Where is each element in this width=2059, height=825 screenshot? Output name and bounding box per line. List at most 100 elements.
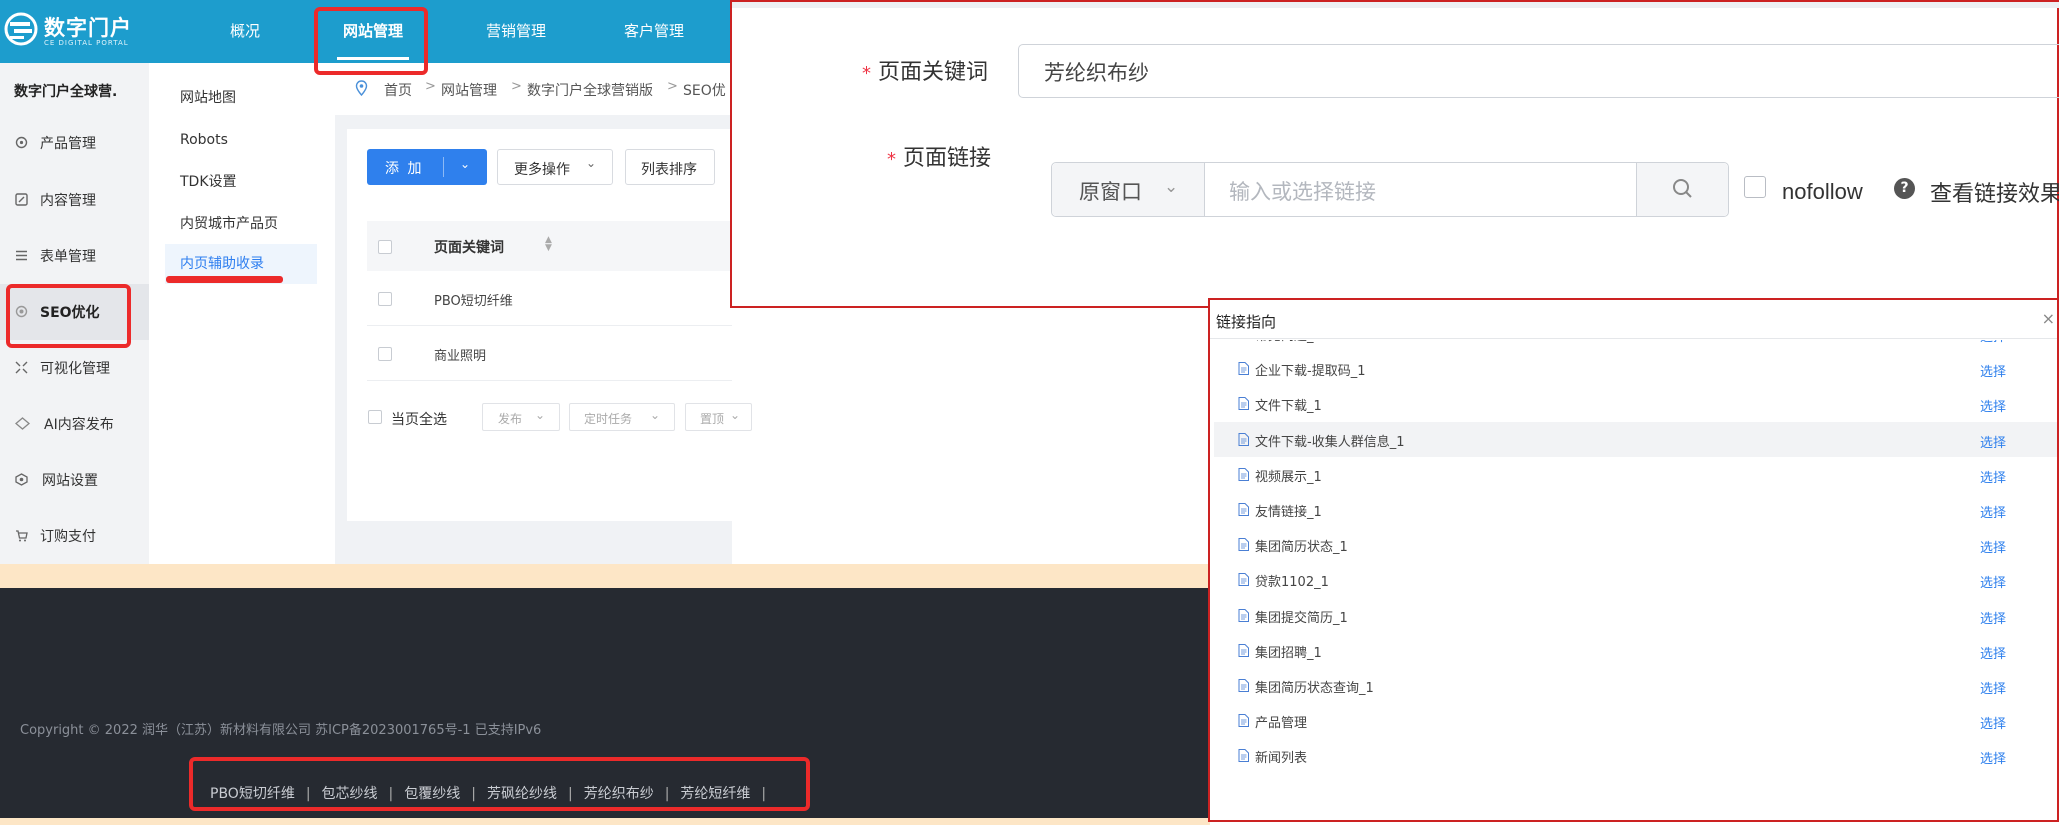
link-target-dialog: 链接指向 × 常见问题_1选择企业下载-提取码_1选择文件下载_1选择文件下载-…: [1208, 298, 2059, 822]
file-icon: [1238, 643, 1249, 657]
scheduled-task-label: 定时任务: [584, 412, 633, 426]
add-button[interactable]: 添 加 ⌄: [367, 149, 487, 185]
add-button-divider: [443, 157, 444, 177]
file-icon: [1238, 397, 1249, 411]
publish-button[interactable]: 发布 ⌄: [482, 403, 560, 431]
logo[interactable]: 数字门户 CE DIGITAL PORTAL: [2, 10, 177, 54]
file-icon: [1238, 467, 1249, 481]
select-link-button[interactable]: 选择: [1980, 396, 2006, 415]
ai-icon: [15, 417, 30, 430]
search-icon: [1673, 179, 1692, 198]
more-actions-button[interactable]: 更多操作 ⌄: [497, 149, 613, 185]
file-icon: [1238, 608, 1249, 622]
link-list-item[interactable]: 视频展示_1 选择: [1214, 457, 2057, 492]
nofollow-checkbox[interactable]: [1744, 176, 1766, 198]
select-link-button[interactable]: 选择: [1980, 361, 2006, 380]
select-link-button[interactable]: 选择: [1980, 340, 2006, 345]
table-header: 页面关键词 ▲ ▼: [367, 221, 732, 271]
link-list-item[interactable]: 集团提交简历_1 选择: [1214, 598, 2057, 633]
dialog-page-list[interactable]: 常见问题_1选择企业下载-提取码_1选择文件下载_1选择文件下载-收集人群信息_…: [1210, 340, 2057, 820]
nav-marketing[interactable]: 营销管理: [466, 0, 566, 63]
select-link-button[interactable]: 选择: [1980, 467, 2006, 486]
select-link-button[interactable]: 选择: [1980, 643, 2006, 662]
link-item-name: 集团提交简历_1: [1255, 610, 1348, 626]
link-list-item[interactable]: 文件下载-收集人群信息_1 选择: [1214, 421, 2057, 457]
select-link-button[interactable]: 选择: [1980, 713, 2006, 732]
annotation-underline: [166, 276, 283, 283]
select-link-button[interactable]: 选择: [1980, 748, 2006, 767]
link-search-button[interactable]: [1636, 163, 1728, 216]
breadcrumb-site-management[interactable]: 网站管理: [441, 80, 497, 100]
breadcrumb-separator-icon: >: [667, 79, 678, 94]
page-select-all-checkbox[interactable]: [368, 410, 382, 424]
chevron-down-icon: ⌄: [730, 408, 741, 422]
main-content: 首页 > 网站管理 > 数字门户全球营销版 > SEO优 添 加 ⌄ 更多操作 …: [335, 63, 752, 564]
subnav-robots[interactable]: Robots: [165, 120, 317, 160]
link-list-item[interactable]: 新闻列表 选择: [1214, 738, 2057, 773]
sidebar-item-products[interactable]: 产品管理: [0, 115, 149, 171]
sidebar-item-ai-publish[interactable]: AI内容发布: [0, 396, 149, 452]
annotation-box-nav: [314, 7, 428, 75]
select-link-button[interactable]: 选择: [1980, 502, 2006, 521]
link-item-name: 贷款1102_1: [1255, 575, 1329, 591]
link-list-item[interactable]: 常见问题_1 选择: [1214, 340, 2057, 351]
sidebar-item-content[interactable]: 内容管理: [0, 172, 149, 228]
link-list-item[interactable]: 集团简历状态查询_1 选择: [1214, 668, 2057, 703]
sidebar-item-visual[interactable]: 可视化管理: [0, 340, 149, 396]
link-list-item[interactable]: 友情链接_1 选择: [1214, 492, 2057, 527]
keyword-label-text: 页面关键词: [878, 60, 989, 85]
breadcrumb-home[interactable]: 首页: [384, 80, 412, 100]
sort-icon[interactable]: ▲ ▼: [545, 236, 552, 253]
content-icon: [15, 193, 28, 206]
select-all-checkbox[interactable]: [378, 240, 392, 254]
subnav-tdk[interactable]: TDK设置: [165, 162, 317, 202]
subnav-city-product-page[interactable]: 内贸城市产品页: [165, 204, 317, 244]
sidebar-item-site-settings[interactable]: 网站设置: [0, 452, 149, 508]
table-row[interactable]: 商业照明: [367, 326, 732, 381]
select-link-button[interactable]: 选择: [1980, 678, 2006, 697]
nav-overview[interactable]: 概况: [205, 0, 285, 63]
link-list-item[interactable]: 集团招聘_1 选择: [1214, 633, 2057, 668]
scheduled-task-button[interactable]: 定时任务 ⌄: [569, 403, 675, 431]
close-icon[interactable]: ×: [2042, 309, 2055, 328]
publish-label: 发布: [498, 412, 523, 426]
help-icon[interactable]: ?: [1894, 178, 1915, 199]
link-label-text: 页面链接: [903, 146, 992, 171]
sidebar-item-forms[interactable]: 表单管理: [0, 228, 149, 284]
select-link-button[interactable]: 选择: [1980, 572, 2006, 591]
list-sort-label: 列表排序: [641, 162, 697, 178]
pin-top-button[interactable]: 置顶 ⌄: [685, 403, 752, 431]
row-checkbox[interactable]: [378, 292, 392, 306]
breadcrumb-site-version[interactable]: 数字门户全球营销版: [527, 80, 653, 100]
sidebar-item-orders[interactable]: 订购支付: [0, 508, 149, 564]
select-link-button[interactable]: 选择: [1980, 608, 2006, 627]
sidebar-item-label: 产品管理: [40, 136, 96, 152]
link-label: * 页面链接: [887, 140, 991, 172]
table-row[interactable]: PBO短切纤维: [367, 271, 732, 326]
chevron-down-icon: ⌄: [1164, 177, 1179, 197]
chevron-down-icon[interactable]: ⌄: [460, 157, 470, 171]
row-checkbox[interactable]: [378, 347, 392, 361]
select-link-button[interactable]: 选择: [1980, 432, 2006, 451]
keyword-label: * 页面关键词: [862, 54, 988, 86]
select-link-button[interactable]: 选择: [1980, 537, 2006, 556]
keyword-input[interactable]: 芳纶织布纱: [1018, 44, 2059, 98]
form-icon: [16, 250, 27, 261]
link-input[interactable]: 输入或选择链接: [1229, 176, 1376, 206]
subnav-sitemap[interactable]: 网站地图: [165, 78, 317, 118]
list-sort-button[interactable]: 列表排序: [625, 149, 715, 185]
link-list-item[interactable]: 企业下载-提取码_1 选择: [1214, 351, 2057, 386]
file-icon: [1238, 679, 1249, 692]
nav-customers[interactable]: 客户管理: [604, 0, 704, 63]
link-list-item[interactable]: 文件下载_1 选择: [1214, 386, 2057, 421]
link-list-item[interactable]: 贷款1102_1 选择: [1214, 562, 2057, 597]
view-link-effect[interactable]: 查看链接效果: [1930, 176, 2059, 208]
breadcrumb-seo[interactable]: SEO优: [683, 80, 726, 100]
link-list-item[interactable]: 集团简历状态_1 选择: [1214, 527, 2057, 562]
cart-icon: [16, 530, 28, 542]
keyword-input-value: 芳纶织布纱: [1044, 61, 1149, 85]
nofollow-label: nofollow: [1782, 179, 1863, 204]
link-list-item[interactable]: 产品管理 选择: [1214, 703, 2057, 738]
window-select[interactable]: 原窗口 ⌄: [1052, 163, 1205, 216]
seo-subnav: 网站地图 Robots TDK设置 内贸城市产品页 内页辅助收录: [149, 63, 335, 564]
